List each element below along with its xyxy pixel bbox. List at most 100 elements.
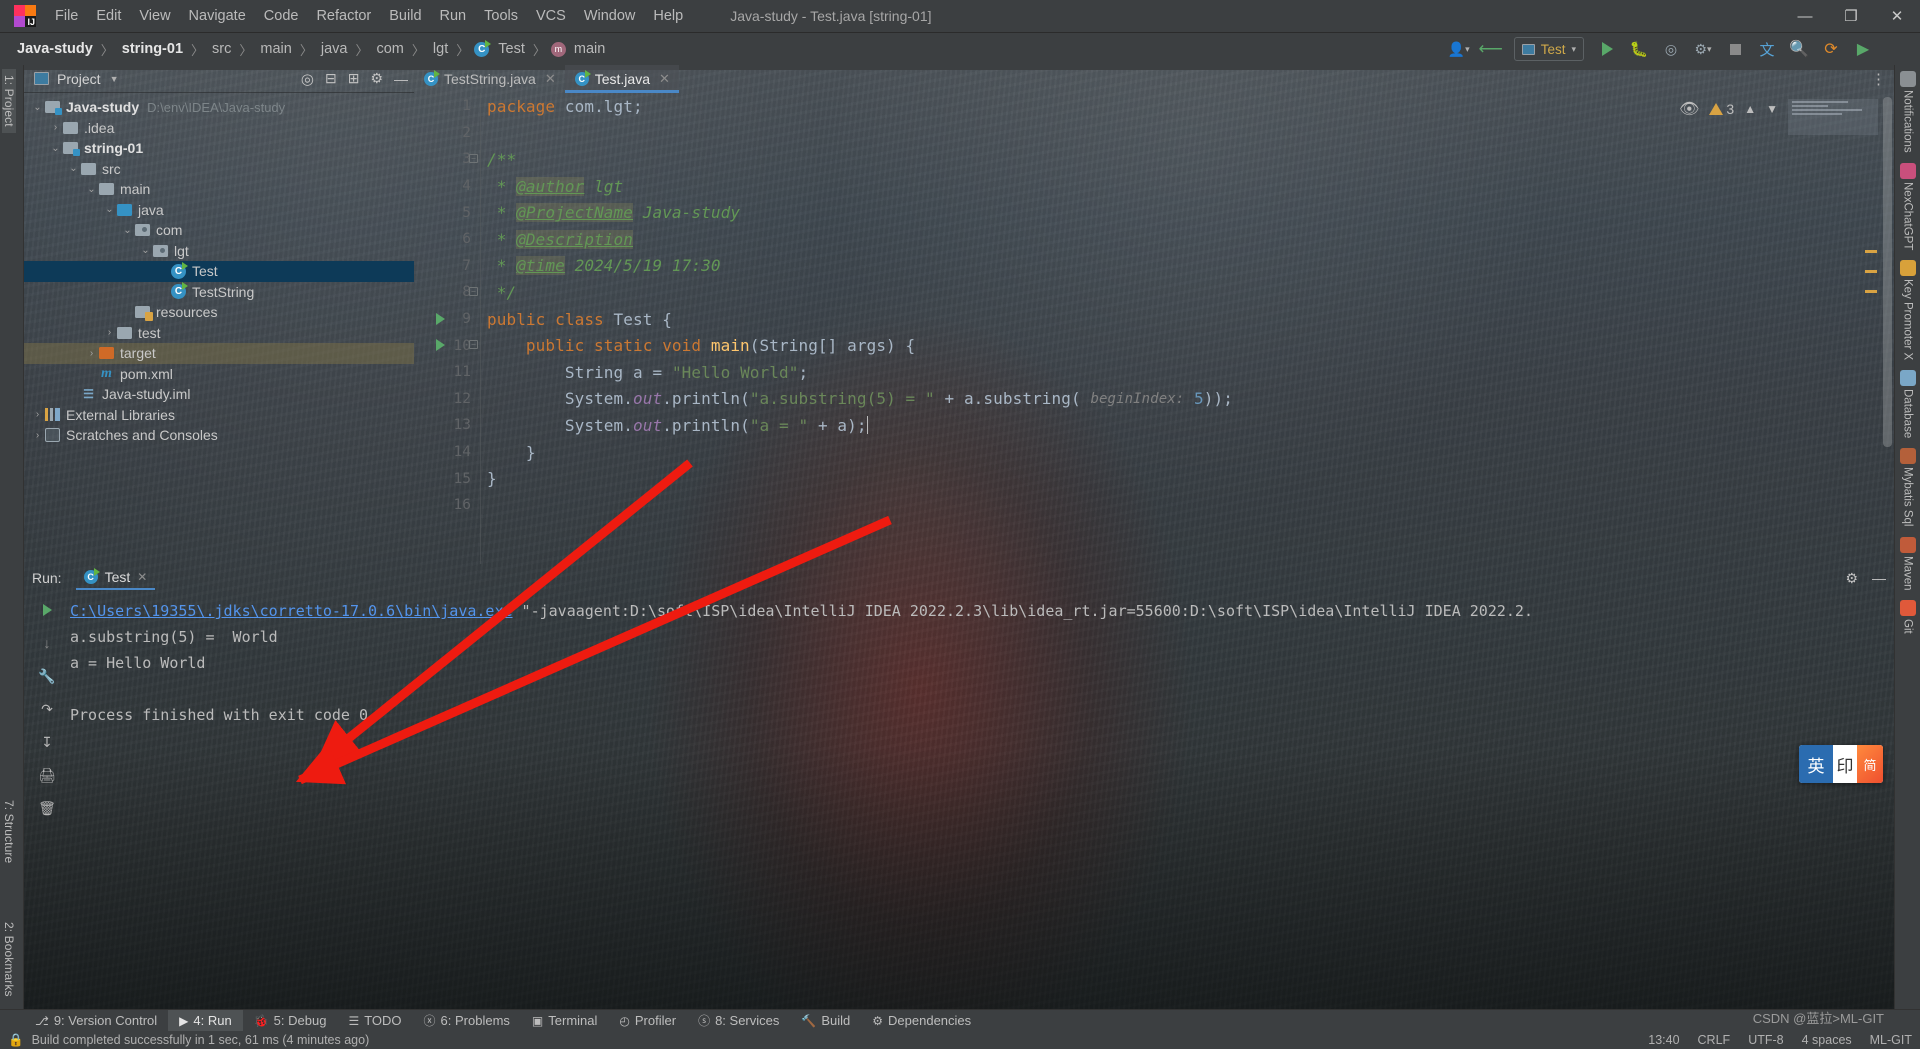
menu-edit[interactable]: Edit	[87, 4, 130, 28]
fold-region-icon[interactable]: −	[469, 287, 478, 297]
tree-expand-icon[interactable]: ⌄	[120, 225, 135, 236]
expand-all-icon[interactable]: ⊟	[325, 70, 337, 87]
tree-expand-icon[interactable]: ⌄	[138, 245, 153, 256]
warning-stripe[interactable]	[1865, 270, 1877, 273]
menu-run[interactable]: Run	[431, 4, 476, 28]
warning-count[interactable]: 3	[1709, 101, 1734, 117]
pull-request-icon[interactable]: ⟵	[1478, 37, 1504, 61]
stop-button[interactable]	[1722, 37, 1748, 61]
bottom-bar-8-services[interactable]: ⓢ 8: Services	[687, 1010, 790, 1032]
tree-item--idea[interactable]: › .idea	[24, 118, 414, 139]
hide-panel-icon[interactable]: —	[394, 71, 408, 87]
close-icon[interactable]: ✕	[659, 71, 670, 87]
minimize-button[interactable]: —	[1782, 0, 1828, 33]
tool-window-database[interactable]: Database	[1899, 370, 1916, 438]
close-icon[interactable]: ✕	[137, 570, 147, 584]
bottom-bar-4-run[interactable]: ▶ 4: Run	[168, 1009, 243, 1032]
breadcrumb-src[interactable]: src	[209, 39, 234, 59]
warning-stripe[interactable]	[1865, 250, 1877, 253]
bottom-bar-5-debug[interactable]: 🐞 5: Debug	[243, 1010, 338, 1032]
breadcrumb-string-01[interactable]: string-01	[119, 39, 186, 59]
breadcrumb-com[interactable]: com	[373, 39, 406, 59]
breadcrumb-java-study[interactable]: Java-study	[14, 39, 96, 59]
tree-expand-icon[interactable]: ⌄	[102, 204, 117, 215]
scrollbar-thumb[interactable]	[1883, 97, 1892, 447]
run-tab-test[interactable]: C Test ✕	[75, 566, 156, 590]
bottom-bar-dependencies[interactable]: ⚙ Dependencies	[861, 1010, 982, 1032]
run-configuration-selector[interactable]: Test ▾	[1513, 37, 1584, 61]
eye-off-icon[interactable]: 👁	[1679, 99, 1699, 119]
translate-icon[interactable]: 文	[1754, 37, 1780, 61]
tool-window-key-promoter[interactable]: Key Promoter X	[1899, 260, 1916, 360]
code-line[interactable]: * @ProjectName Java-study	[487, 199, 1894, 226]
tool-window-git[interactable]: Git	[1899, 600, 1916, 634]
status-line-separator[interactable]: CRLF	[1698, 1033, 1731, 1047]
tree-item-target[interactable]: › target	[24, 343, 414, 364]
tree-expand-icon[interactable]: ›	[84, 348, 99, 359]
profile-button[interactable]: ⚙ ▾	[1690, 37, 1716, 61]
run-button[interactable]	[1594, 37, 1620, 61]
menu-tools[interactable]: Tools	[475, 4, 527, 28]
code-editor[interactable]: 1 2−3 4 5 6 7−8 9−10 11 12 13 14 15 16 package com.l…	[414, 93, 1894, 564]
chevron-down-icon[interactable]: ▼	[1766, 102, 1778, 116]
tree-item-string-01[interactable]: ⌄ string-01	[24, 138, 414, 159]
lock-icon[interactable]: 🔒	[8, 1033, 24, 1048]
project-tree[interactable]: ⌄ Java-study D:\env\IDEA\Java-study › .idea ⌄…	[24, 93, 414, 446]
tree-expand-icon[interactable]: ⌄	[30, 102, 45, 113]
code-line[interactable]: }	[487, 439, 1894, 466]
close-button[interactable]: ✕	[1874, 0, 1920, 33]
rerun-icon[interactable]	[37, 600, 57, 620]
tree-item-java-study[interactable]: ⌄ Java-study D:\env\IDEA\Java-study	[24, 97, 414, 118]
menu-code[interactable]: Code	[255, 4, 308, 28]
code-line[interactable]: * @time 2024/5/19 17:30	[487, 253, 1894, 280]
tool-window-notifications[interactable]: Notifications	[1899, 71, 1916, 153]
locate-file-icon[interactable]: ◎	[301, 70, 314, 88]
code-line[interactable]: public static void main (String[] args) {	[487, 332, 1894, 359]
menu-navigate[interactable]: Navigate	[180, 4, 255, 28]
status-encoding[interactable]: UTF-8	[1748, 1033, 1783, 1047]
search-icon[interactable]: 🔍	[1786, 37, 1812, 61]
menu-refactor[interactable]: Refactor	[307, 4, 380, 28]
code-line[interactable]: */	[487, 279, 1894, 306]
tree-item-teststring[interactable]: C TestString	[24, 282, 414, 303]
bottom-bar-profiler[interactable]: ◴ Profiler	[608, 1010, 687, 1032]
bottom-bar-9-version-control[interactable]: ⎇ 9: Version Control	[24, 1010, 168, 1032]
fold-region-icon[interactable]: −	[469, 154, 478, 164]
tree-item-external-libraries[interactable]: › External Libraries	[24, 405, 414, 426]
tree-item-com[interactable]: ⌄ com	[24, 220, 414, 241]
tab-teststring-java[interactable]: C TestString.java ✕	[414, 65, 565, 93]
editor-gutter[interactable]: 1 2−3 4 5 6 7−8 9−10 11 12 13 14 15 16	[414, 93, 480, 564]
bottom-bar-6-problems[interactable]: ⓧ 6: Problems	[413, 1010, 521, 1032]
tree-expand-icon[interactable]: ⌄	[48, 143, 63, 154]
bottom-bar-todo[interactable]: ☰ TODO	[337, 1010, 412, 1032]
ime-indicator[interactable]: 英 印 简	[1799, 745, 1883, 783]
tool-window-mybatis[interactable]: Mybatis Sql	[1899, 448, 1916, 527]
code-line[interactable]: * @Description	[487, 226, 1894, 253]
run-with-coverage-button[interactable]: ◎	[1658, 37, 1684, 61]
soft-wrap-icon[interactable]: ↷	[37, 699, 57, 719]
plugin-icon[interactable]: ▶	[1850, 37, 1876, 61]
tree-item-pom-xml[interactable]: m pom.xml	[24, 364, 414, 385]
tree-item-test[interactable]: C Test	[24, 261, 414, 282]
bottom-bar-terminal[interactable]: ▣ Terminal	[521, 1010, 608, 1032]
run-line-icon[interactable]	[436, 339, 445, 352]
tool-window-nexchatgpt[interactable]: NexChatGPT	[1899, 162, 1916, 250]
tree-expand-icon[interactable]: ›	[30, 409, 45, 420]
code-line[interactable]: /**	[487, 146, 1894, 173]
status-indent[interactable]: 4 spaces	[1802, 1033, 1852, 1047]
collapse-all-icon[interactable]: ⊞	[348, 70, 360, 87]
run-settings-icon[interactable]: ⚙	[1845, 570, 1858, 587]
menu-vcs[interactable]: VCS	[527, 4, 575, 28]
print-icon[interactable]: 🖨	[37, 765, 57, 785]
tree-expand-icon[interactable]: ›	[30, 430, 45, 441]
code-line[interactable]: public class Test {	[487, 306, 1894, 333]
tree-item-test[interactable]: › test	[24, 323, 414, 344]
tree-item-java-study-iml[interactable]: ☰ Java-study.iml	[24, 384, 414, 405]
chevron-up-icon[interactable]: ▲	[1744, 102, 1756, 116]
account-icon[interactable]: 👤 ▾	[1446, 37, 1472, 61]
tool-window-structure[interactable]: 7: Structure	[2, 794, 16, 869]
maximize-button[interactable]: ❐	[1828, 0, 1874, 33]
breadcrumb-lgt[interactable]: lgt	[430, 39, 451, 59]
console-java-path-link[interactable]: C:\Users\19355\.jdks\corretto-17.0.6\bin…	[70, 602, 513, 620]
tree-item-java[interactable]: ⌄ java	[24, 200, 414, 221]
